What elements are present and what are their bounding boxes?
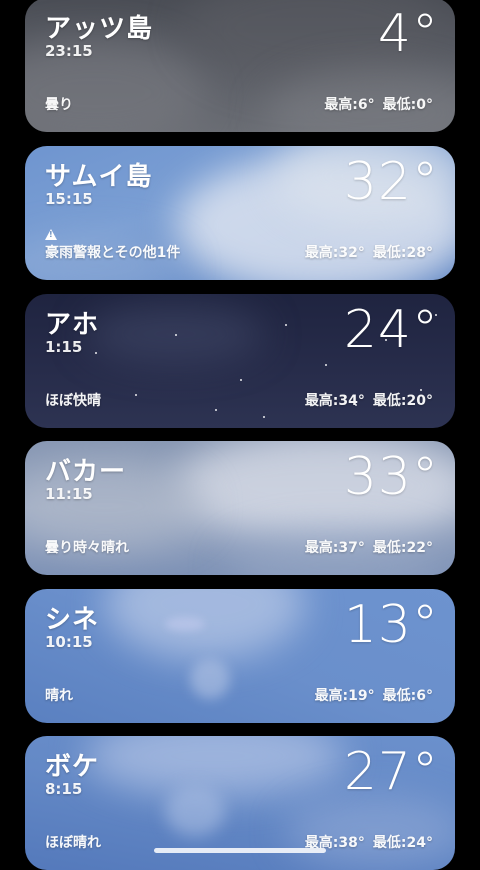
high-low-temperature: 最高:19° 最低:6°: [315, 685, 433, 705]
low-temperature: 最低:6°: [382, 688, 433, 704]
city-name: サムイ島: [45, 162, 153, 192]
current-temperature: 33°: [343, 447, 439, 507]
city-card-attu[interactable]: アッツ島 23:15 4° 曇り 最高:6° 最低:0°: [25, 0, 455, 132]
city-name: アホ: [45, 310, 100, 340]
high-temperature: 最高:37°: [304, 540, 365, 556]
high-low-temperature: 最高:34° 最低:20°: [305, 390, 433, 410]
weather-alert: 豪雨警報とその他1件: [45, 245, 181, 261]
warning-triangle-icon: [45, 229, 57, 240]
weather-condition: 曇り: [45, 97, 73, 113]
weather-condition: 晴れ: [45, 688, 73, 704]
local-time: 10:15: [45, 633, 93, 651]
high-temperature: 最高:19°: [314, 688, 375, 704]
current-temperature: 32°: [343, 152, 439, 212]
local-time: 8:15: [45, 780, 83, 798]
weather-condition: ほぼ晴れ: [45, 835, 101, 851]
weather-condition: 曇り時々晴れ: [45, 540, 129, 556]
home-indicator[interactable]: [154, 848, 326, 853]
low-temperature: 最低:28°: [372, 245, 433, 261]
city-name: バカー: [45, 457, 127, 487]
weather-condition: ほぼ快晴: [45, 393, 101, 409]
high-temperature: 最高:34°: [304, 393, 365, 409]
city-card-shine[interactable]: シネ 10:15 13° 晴れ 最高:19° 最低:6°: [25, 589, 455, 723]
current-temperature: 24°: [343, 300, 439, 360]
high-low-temperature: 最高:32° 最低:28°: [305, 242, 433, 262]
city-card-samui[interactable]: サムイ島 15:15 32° 豪雨警報とその他1件 最高:32° 最低:28°: [25, 146, 455, 280]
high-low-temperature: 最高:6° 最低:0°: [324, 94, 433, 114]
city-name: アッツ島: [45, 14, 154, 44]
city-card-bakar[interactable]: バカー 11:15 33° 曇り時々晴れ 最高:37° 最低:22°: [25, 441, 455, 575]
low-temperature: 最低:22°: [372, 540, 433, 556]
low-temperature: 最低:0°: [382, 97, 433, 113]
current-temperature: 4°: [377, 4, 439, 64]
local-time: 15:15: [45, 190, 93, 208]
low-temperature: 最低:24°: [372, 835, 433, 851]
local-time: 1:15: [45, 338, 83, 356]
high-temperature: 最高:32°: [304, 245, 365, 261]
current-temperature: 13°: [343, 595, 439, 655]
city-name: ボケ: [45, 752, 100, 782]
local-time: 23:15: [45, 42, 93, 60]
city-weather-list: アッツ島 23:15 4° 曇り 最高:6° 最低:0° サムイ島 15:15 3…: [0, 0, 480, 870]
city-name: シネ: [45, 605, 100, 635]
city-card-aho[interactable]: アホ 1:15 24° ほぼ快晴 最高:34° 最低:20°: [25, 294, 455, 428]
local-time: 11:15: [45, 485, 93, 503]
low-temperature: 最低:20°: [372, 393, 433, 409]
high-temperature: 最高:6°: [324, 97, 375, 113]
current-temperature: 27°: [343, 742, 439, 802]
high-low-temperature: 最高:37° 最低:22°: [305, 537, 433, 557]
